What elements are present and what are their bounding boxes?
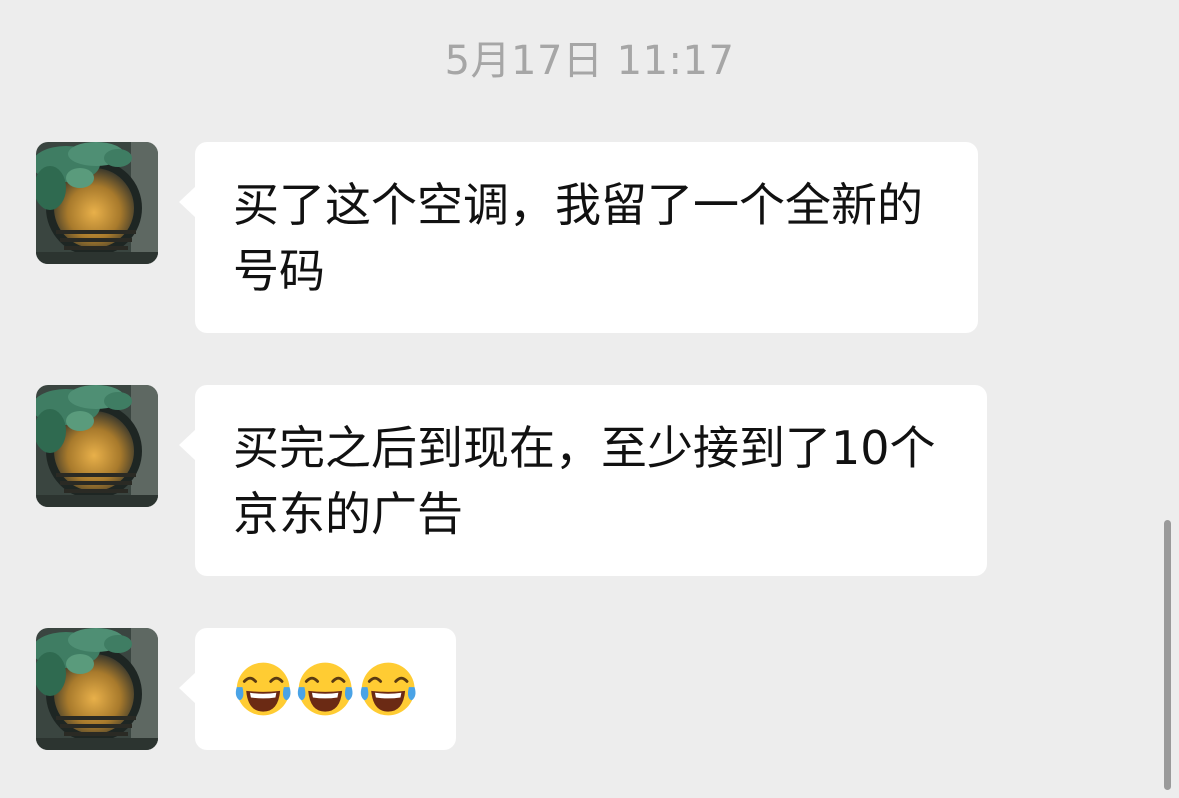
chat-timestamp: 5月17日 11:17 xyxy=(444,38,735,84)
face-with-tears-of-joy-icon xyxy=(360,662,416,716)
message-bubble[interactable] xyxy=(179,628,456,750)
contact-avatar[interactable] xyxy=(36,142,158,264)
avatar-image xyxy=(36,142,158,264)
message-text: 买了这个空调，我留了一个全新的号码 xyxy=(233,178,923,298)
message-text: 买完之后到现在，至少接到了10个京东的广告 xyxy=(233,421,936,541)
contact-avatar[interactable] xyxy=(36,385,158,507)
message-bubble[interactable]: 买完之后到现在，至少接到了10个京东的广告 xyxy=(179,385,987,576)
contact-avatar[interactable] xyxy=(36,628,158,750)
face-with-tears-of-joy-icon xyxy=(298,662,353,716)
scrollbar-thumb[interactable] xyxy=(1164,520,1171,790)
emoji-row xyxy=(233,658,418,720)
avatar-image xyxy=(36,385,158,507)
message-bubble[interactable]: 买了这个空调，我留了一个全新的号码 xyxy=(179,142,978,333)
avatar-image xyxy=(36,628,158,750)
face-with-tears-of-joy-icon xyxy=(235,662,291,716)
